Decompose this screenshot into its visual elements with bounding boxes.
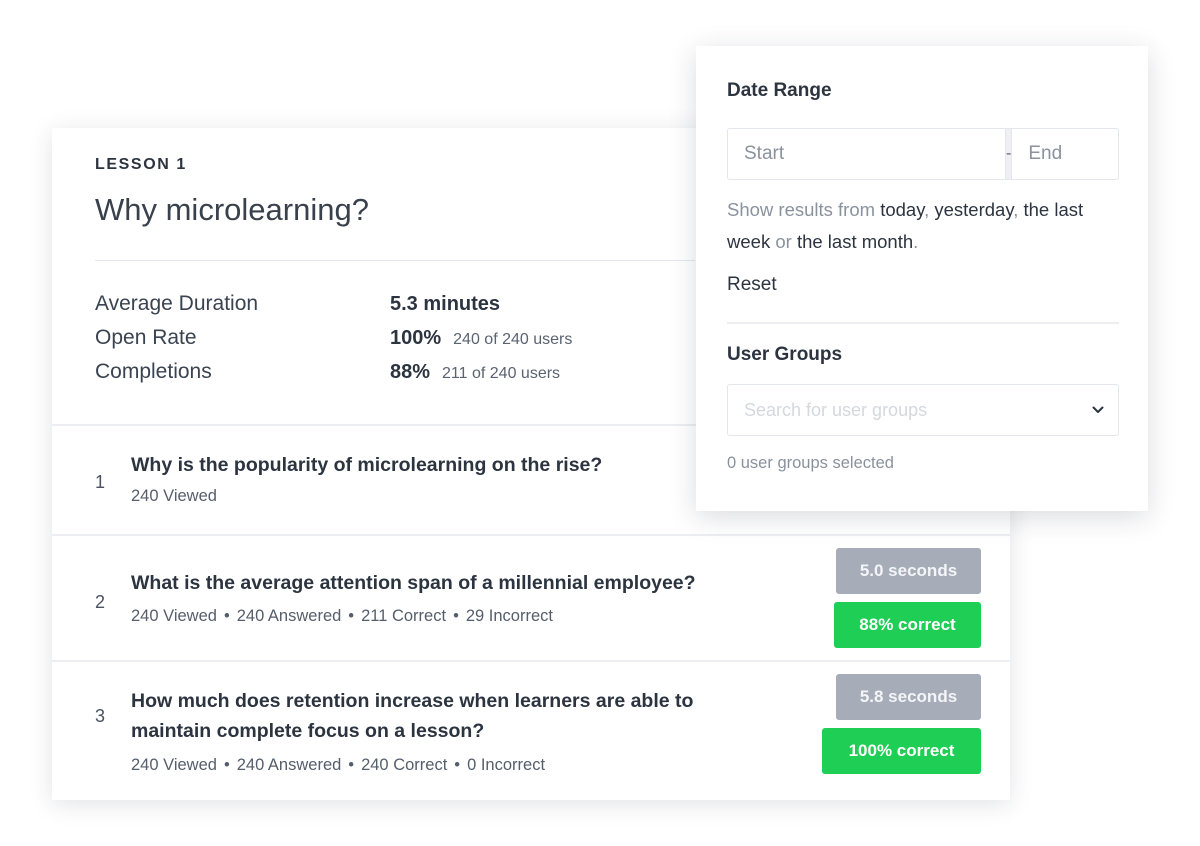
date-range-heading: Date Range <box>727 80 832 101</box>
lesson-title: Why microlearning? <box>95 192 369 227</box>
question-meta: 240 Viewed • 240 Answered • 240 Correct • 0 In… <box>131 756 545 775</box>
stat-value: 88% <box>390 361 431 383</box>
answered-count: 240 Answered <box>236 607 342 625</box>
filter-panel: Date Range - Show results from today, ye… <box>696 46 1148 511</box>
meta-separator: • <box>454 756 461 774</box>
date-range-separator: - <box>1005 129 1013 179</box>
chevron-down-icon[interactable] <box>1078 406 1118 414</box>
panel-divider <box>727 322 1119 324</box>
range-link-yesterday[interactable]: yesterday <box>934 199 1013 220</box>
viewed-count: 240 Viewed <box>131 487 217 505</box>
stat-sub: 211 of 240 users <box>442 365 561 382</box>
meta-separator: • <box>453 607 459 625</box>
question-row-2[interactable]: 2 What is the average attention span of … <box>52 536 1010 660</box>
question-meta: 240 Viewed <box>131 487 217 506</box>
quick-range-text: Show results from today, yesterday, the … <box>727 199 1084 252</box>
question-number: 2 <box>95 592 106 612</box>
date-range-picker: - <box>727 128 1119 180</box>
stat-open-rate: Open Rate 100% 240 of 240 users <box>95 326 572 360</box>
end-date-input[interactable] <box>1012 129 1118 179</box>
stat-average-duration: Average Duration 5.3 minutes <box>95 292 572 326</box>
correct-count: 240 Correct <box>361 756 448 774</box>
stat-label: Completions <box>95 360 212 383</box>
score-badge: 100% correct <box>822 728 981 774</box>
stat-label: Open Rate <box>95 326 197 349</box>
time-badge: 5.0 seconds <box>836 548 981 594</box>
question-meta: 240 Viewed • 240 Answered • 211 Correct • 29 I… <box>131 607 553 626</box>
reset-button[interactable]: Reset <box>727 274 777 296</box>
question-number: 3 <box>95 706 106 726</box>
question-row-3[interactable]: 3 How much does retention increase when … <box>52 662 1010 800</box>
lesson-stats: Average Duration 5.3 minutes Open Rate 1… <box>95 292 572 394</box>
viewed-count: 240 Viewed <box>131 756 217 774</box>
score-badge: 88% correct <box>834 602 981 648</box>
time-badge: 5.8 seconds <box>836 674 981 720</box>
answered-count: 240 Answered <box>236 756 342 774</box>
header-divider <box>95 260 695 261</box>
user-groups-heading: User Groups <box>727 344 843 365</box>
stat-value: 100% <box>390 327 442 349</box>
incorrect-count: 29 Incorrect <box>465 607 553 625</box>
meta-separator: • <box>223 756 230 774</box>
question-text: What is the average attention span of a … <box>131 572 696 594</box>
stat-label: Average Duration <box>95 292 259 315</box>
meta-separator: • <box>348 756 355 774</box>
user-groups-search-input[interactable] <box>728 399 1078 421</box>
quick-range-prefix: Show results from <box>727 199 876 220</box>
stat-sub: 240 of 240 users <box>453 331 573 348</box>
lesson-eyebrow: LESSON 1 <box>95 156 187 173</box>
question-number: 1 <box>95 472 106 492</box>
question-text: Why is the popularity of microlearning o… <box>131 454 603 476</box>
incorrect-count: 0 Incorrect <box>467 756 546 774</box>
quick-range-or: or <box>775 231 792 252</box>
question-text: How much does retention increase when le… <box>131 690 694 742</box>
range-link-last-month[interactable]: the last month <box>797 231 913 252</box>
meta-separator: • <box>348 607 355 625</box>
stat-completions: Completions 88% 211 of 240 users <box>95 360 572 394</box>
correct-count: 211 Correct <box>361 607 447 625</box>
range-link-today[interactable]: today <box>880 199 924 220</box>
start-date-input[interactable] <box>728 129 1005 179</box>
user-groups-selected-count: 0 user groups selected <box>727 454 894 472</box>
user-groups-select[interactable] <box>727 384 1119 436</box>
stat-value: 5.3 minutes <box>390 293 501 315</box>
viewed-count: 240 Viewed <box>131 607 217 625</box>
meta-separator: • <box>223 607 230 625</box>
